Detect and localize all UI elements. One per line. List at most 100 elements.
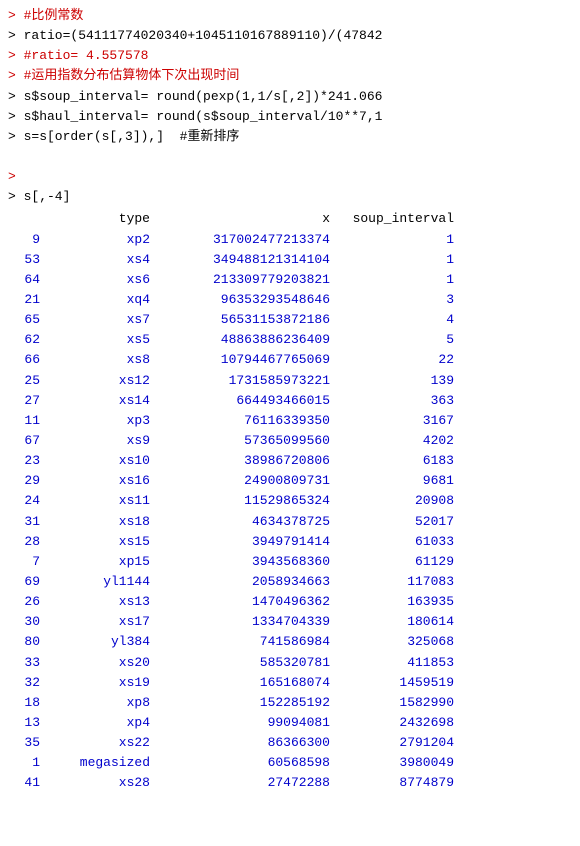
- row-index: 32: [8, 673, 44, 693]
- row-type: xs5: [44, 330, 154, 350]
- row-type: xs6: [44, 270, 154, 290]
- row-type: xp15: [44, 552, 154, 572]
- row-index: 21: [8, 290, 44, 310]
- row-index: 11: [8, 411, 44, 431]
- row-type: xs20: [44, 653, 154, 673]
- row-x: 60568598: [154, 753, 334, 773]
- row-x: 96353293548646: [154, 290, 334, 310]
- row-x: 4634378725: [154, 512, 334, 532]
- line-code-3: > s$haul_interval= round(s$soup_interval…: [8, 107, 572, 127]
- table-row: 21xq4963532935486463: [8, 290, 572, 310]
- row-type: xp8: [44, 693, 154, 713]
- row-x: 664493466015: [154, 391, 334, 411]
- row-index: 9: [8, 230, 44, 250]
- row-index: 80: [8, 632, 44, 652]
- row-x: 76116339350: [154, 411, 334, 431]
- row-x: 152285192: [154, 693, 334, 713]
- row-type: xs11: [44, 491, 154, 511]
- table-header: type x soup_interval: [8, 209, 572, 229]
- table-row: 23xs10389867208066183: [8, 451, 572, 471]
- row-x: 741586984: [154, 632, 334, 652]
- table-row: 66xs81079446776506922: [8, 350, 572, 370]
- row-index: 35: [8, 733, 44, 753]
- row-soup-interval: 2791204: [334, 733, 454, 753]
- table-row: 9xp23170024772133741: [8, 230, 572, 250]
- empty-line-1: [8, 147, 572, 167]
- row-soup-interval: 2432698: [334, 713, 454, 733]
- row-x: 86366300: [154, 733, 334, 753]
- row-soup-interval: 6183: [334, 451, 454, 471]
- row-index: 53: [8, 250, 44, 270]
- table-row: 29xs16249008097319681: [8, 471, 572, 491]
- table-row: 65xs7565311538721864: [8, 310, 572, 330]
- row-index: 67: [8, 431, 44, 451]
- row-soup-interval: 3: [334, 290, 454, 310]
- table-row: 69yl11442058934663117083: [8, 572, 572, 592]
- row-x: 349488121314104: [154, 250, 334, 270]
- row-type: xs13: [44, 592, 154, 612]
- table-row: 28xs15394979141461033: [8, 532, 572, 552]
- console-output: > #比例常数 > ratio=(54111774020340+10451101…: [0, 0, 580, 799]
- row-x: 56531153872186: [154, 310, 334, 330]
- row-type: xs19: [44, 673, 154, 693]
- table-row: 13xp4990940812432698: [8, 713, 572, 733]
- row-x: 10794467765069: [154, 350, 334, 370]
- row-soup-interval: 5: [334, 330, 454, 350]
- table-row: 41xs28274722888774879: [8, 773, 572, 793]
- row-index: 62: [8, 330, 44, 350]
- row-index: 33: [8, 653, 44, 673]
- row-type: xs10: [44, 451, 154, 471]
- row-type: yl384: [44, 632, 154, 652]
- row-index: 29: [8, 471, 44, 491]
- table-row: 7xp15394356836061129: [8, 552, 572, 572]
- table-row: 31xs18463437872552017: [8, 512, 572, 532]
- row-type: xs4: [44, 250, 154, 270]
- row-type: xp2: [44, 230, 154, 250]
- prompt-line: >: [8, 167, 572, 187]
- row-x: 3949791414: [154, 532, 334, 552]
- line-code-1: > ratio=(54111774020340+1045110167889110…: [8, 26, 572, 46]
- row-index: 64: [8, 270, 44, 290]
- row-type: xs9: [44, 431, 154, 451]
- row-x: 2058934663: [154, 572, 334, 592]
- row-index: 18: [8, 693, 44, 713]
- row-soup-interval: 20908: [334, 491, 454, 511]
- row-x: 38986720806: [154, 451, 334, 471]
- row-soup-interval: 139: [334, 371, 454, 391]
- table-row: 35xs22863663002791204: [8, 733, 572, 753]
- row-soup-interval: 1: [334, 230, 454, 250]
- row-type: xs16: [44, 471, 154, 491]
- row-index: 41: [8, 773, 44, 793]
- row-x: 213309779203821: [154, 270, 334, 290]
- header-index: [8, 209, 44, 229]
- data-table: type x soup_interval 9xp2317002477213374…: [8, 209, 572, 793]
- table-body: 9xp2317002477213374153xs4349488121314104…: [8, 230, 572, 794]
- line-code-4: > s=s[order(s[,3]),] #重新排序: [8, 127, 572, 147]
- row-type: xs7: [44, 310, 154, 330]
- row-soup-interval: 3980049: [334, 753, 454, 773]
- row-type: yl1144: [44, 572, 154, 592]
- table-row: 67xs9573650995604202: [8, 431, 572, 451]
- row-x: 317002477213374: [154, 230, 334, 250]
- table-row: 30xs171334704339180614: [8, 612, 572, 632]
- row-index: 1: [8, 753, 44, 773]
- row-soup-interval: 411853: [334, 653, 454, 673]
- row-x: 24900809731: [154, 471, 334, 491]
- table-row: 18xp81522851921582990: [8, 693, 572, 713]
- row-index: 30: [8, 612, 44, 632]
- row-soup-interval: 1582990: [334, 693, 454, 713]
- row-index: 69: [8, 572, 44, 592]
- row-soup-interval: 52017: [334, 512, 454, 532]
- row-type: xs14: [44, 391, 154, 411]
- table-row: 1megasized605685983980049: [8, 753, 572, 773]
- row-soup-interval: 163935: [334, 592, 454, 612]
- row-soup-interval: 363: [334, 391, 454, 411]
- row-x: 1731585973221: [154, 371, 334, 391]
- table-row: 25xs121731585973221139: [8, 371, 572, 391]
- row-index: 25: [8, 371, 44, 391]
- table-row: 53xs43494881213141041: [8, 250, 572, 270]
- row-type: xs22: [44, 733, 154, 753]
- row-x: 1334704339: [154, 612, 334, 632]
- row-type: xs17: [44, 612, 154, 632]
- row-x: 57365099560: [154, 431, 334, 451]
